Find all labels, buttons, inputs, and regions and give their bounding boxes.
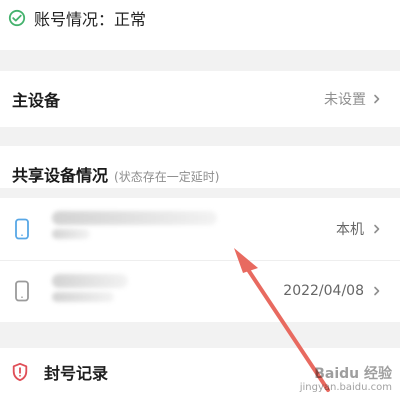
check-circle-icon: [8, 9, 26, 27]
ban-record-row[interactable]: 封号记录: [10, 360, 108, 384]
device-subtext-blur: [52, 292, 114, 302]
device-subtext-blur: [52, 229, 90, 239]
account-status-card: 账号情况：正常: [0, 0, 400, 50]
shared-devices-header-card: 共享设备情况 (状态存在一定延时): [0, 146, 400, 188]
watermark-title: Baidu 经验: [314, 365, 392, 382]
account-status-row: 账号情况：正常: [8, 6, 146, 30]
chevron-right-icon: [372, 224, 382, 234]
phone-icon: [10, 217, 34, 241]
device-current-label: 本机: [336, 222, 364, 238]
device-meta: 本机: [336, 219, 382, 239]
shared-devices-title-row: 共享设备情况 (状态存在一定延时): [12, 162, 219, 186]
watermark-url: jingyan.baidu.com: [299, 382, 392, 393]
device-name-blur: [52, 274, 128, 288]
chevron-right-icon: [372, 94, 382, 104]
device-date: 2022/04/08: [283, 283, 364, 299]
device-name-redacted: [52, 271, 283, 311]
device-name-redacted: [52, 209, 336, 249]
watermark: Baidu 经验 jingyan.baidu.com: [299, 365, 392, 393]
shield-alert-icon: [10, 362, 30, 382]
phone-icon: [10, 279, 34, 303]
shared-device-item[interactable]: 2022/04/08: [0, 260, 400, 322]
shared-devices-title: 共享设备情况: [12, 166, 109, 185]
shared-devices-subtitle: (状态存在一定延时): [114, 170, 220, 184]
main-device-title: 主设备: [12, 91, 61, 110]
device-name-blur: [52, 211, 217, 225]
main-device-value: 未设置: [324, 92, 366, 108]
main-device-card[interactable]: 主设备 未设置: [0, 71, 400, 127]
chevron-right-icon: [372, 286, 382, 296]
shared-devices-list: 本机 2022/04/08: [0, 198, 400, 322]
main-device-row[interactable]: 主设备 未设置: [0, 71, 400, 127]
ban-record-label: 封号记录: [44, 364, 109, 383]
account-status-label: 账号情况：正常: [34, 10, 147, 29]
account-device-screen: 账号情况：正常 主设备 未设置 共享设备情况 (状态存在一定延时) 本机 202…: [0, 0, 400, 401]
shared-device-item[interactable]: 本机: [0, 198, 400, 260]
main-device-meta: 未设置: [324, 89, 382, 109]
device-meta: 2022/04/08: [283, 283, 382, 299]
